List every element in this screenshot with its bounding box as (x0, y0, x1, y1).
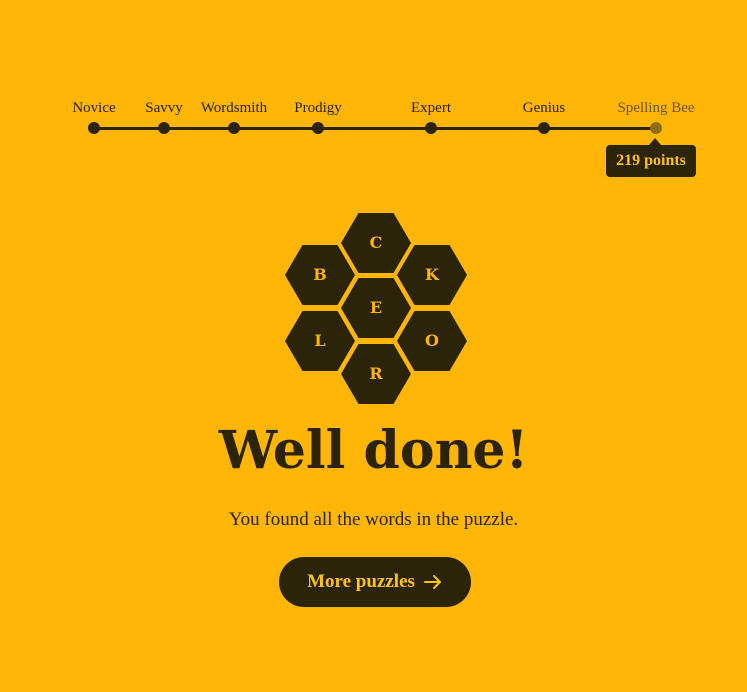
rank-dot (538, 122, 550, 134)
completion-message: You found all the words in the puzzle. (228, 509, 519, 530)
hive-cell-top-left[interactable]: B (285, 245, 355, 305)
rank-dot-current (650, 122, 662, 134)
points-badge: 219 points (606, 138, 696, 177)
rank-label: Prodigy (294, 100, 342, 116)
hive-cell-bottom-left[interactable]: L (285, 311, 355, 371)
rank-label: Novice (72, 100, 116, 116)
rank-label: Savvy (145, 100, 183, 116)
hive-cell-bottom-right[interactable]: O (397, 311, 467, 371)
rank-dot (228, 122, 240, 134)
hive-cell-top[interactable]: C (341, 213, 411, 273)
rank-dot (158, 122, 170, 134)
rank-label: Genius (522, 100, 566, 116)
rank-dot (312, 122, 324, 134)
rank-progress-bar: Novice Savvy Wordsmith Prodigy Expert Ge… (0, 0, 747, 190)
hive-cell-center[interactable]: E (341, 278, 411, 338)
hive-cell-top-right[interactable]: K (397, 245, 467, 305)
rank-label: Expert (411, 100, 451, 116)
rank-label: Spelling Bee (617, 100, 695, 116)
arrow-right-icon (423, 572, 443, 592)
progress-track (94, 127, 656, 130)
rank-label: Wordsmith (200, 100, 268, 116)
rank-dot (88, 122, 100, 134)
rank-dot (425, 122, 437, 134)
more-puzzles-label: More puzzles (307, 571, 415, 592)
congrats-headline: Well done! (218, 420, 529, 481)
more-puzzles-button[interactable]: More puzzles (279, 557, 471, 607)
hive-cell-bottom[interactable]: R (341, 344, 411, 404)
